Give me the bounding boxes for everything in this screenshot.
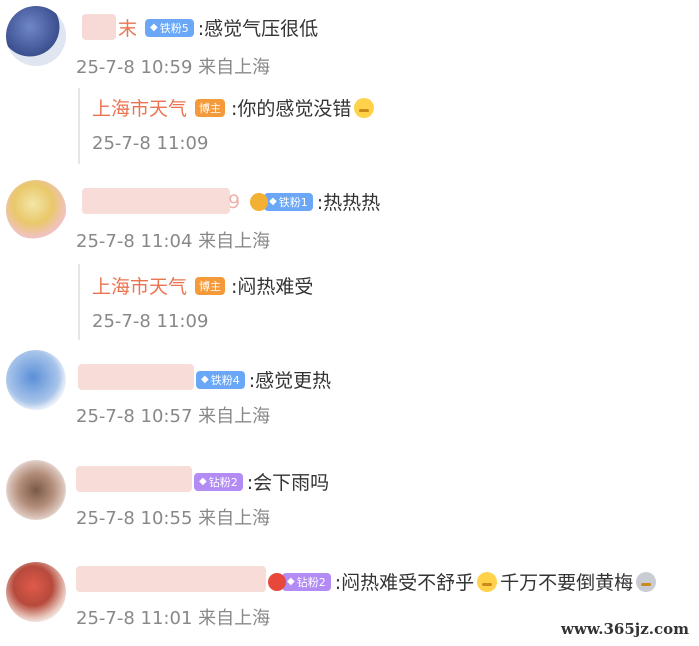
fan-badge-label: 钻粉2 <box>296 575 326 589</box>
reply-username[interactable]: 上海市天气 <box>92 272 187 299</box>
comment-line: 末 ◆ 铁粉5 :感觉气压很低 <box>118 14 318 41</box>
username-suffix[interactable]: 9 <box>228 191 240 213</box>
diamond-icon: ◆ <box>287 576 295 587</box>
fan-badge-label: 铁粉5 <box>159 21 189 35</box>
comment-meta: 25-7-8 10:55 来自上海 <box>76 508 271 529</box>
comment-meta: 25-7-8 11:01 来自上海 <box>76 608 271 629</box>
reply-username[interactable]: 上海市天气 <box>92 94 187 121</box>
fan-badge[interactable]: ◆ 钻粉2 <box>194 472 243 491</box>
comment-line: ◆ 钻粉2 :闷热难受不舒乎 千万不要倒黄梅 <box>268 568 657 595</box>
comment-text: :热热热 <box>316 192 381 214</box>
fan-badge-label: 铁粉4 <box>210 373 240 387</box>
diamond-icon: ◆ <box>150 22 158 33</box>
redacted-username <box>82 14 116 40</box>
reply-text: :你的感觉没错 <box>231 98 352 120</box>
fan-badge-label: 钻粉2 <box>208 475 238 489</box>
avatar[interactable] <box>6 180 66 240</box>
reply-time: 25-7-8 11:09 <box>92 311 209 332</box>
diamond-icon: ◆ <box>269 196 277 207</box>
reply-line: 上海市天气 博主 :闷热难受 <box>92 272 313 299</box>
fan-badge[interactable]: ◆ 铁粉4 <box>196 370 245 389</box>
avatar[interactable] <box>6 460 66 520</box>
comment-meta: 25-7-8 10:57 来自上海 <box>76 406 271 427</box>
host-badge: 博主 <box>195 98 226 117</box>
comment-text: :感觉气压很低 <box>197 18 319 40</box>
comment-text-continued: 千万不要倒黄梅 <box>500 572 634 594</box>
crest-icon <box>268 572 286 591</box>
comment-meta: 25-7-8 10:59 来自上海 <box>76 57 271 78</box>
watermark: www.365jz.com <box>561 620 689 638</box>
comment-text: :闷热难受不舒乎 <box>334 572 475 594</box>
sweating-emoji-icon <box>477 571 498 592</box>
comment-meta: 25-7-8 11:04 来自上海 <box>76 231 271 252</box>
thinking-emoji-icon <box>354 97 375 118</box>
comment-text: :感觉更热 <box>248 370 332 392</box>
crying-emoji-icon <box>636 571 657 592</box>
fan-badge[interactable]: ◆ 钻粉2 <box>282 572 331 591</box>
redacted-username <box>76 466 192 492</box>
avatar[interactable] <box>6 350 66 410</box>
redacted-username <box>76 566 266 592</box>
reply-line: 上海市天气 博主 :你的感觉没错 <box>92 94 375 121</box>
fan-badge[interactable]: ◆ 铁粉5 <box>145 18 194 37</box>
diamond-icon: ◆ <box>201 374 209 385</box>
reply-time: 25-7-8 11:09 <box>92 133 209 154</box>
host-badge: 博主 <box>195 276 226 295</box>
comment-text: :会下雨吗 <box>246 472 330 494</box>
diamond-icon: ◆ <box>199 476 207 487</box>
comment-line: ◆ 铁粉4 :感觉更热 <box>196 366 331 393</box>
comment-line: 9 ◆ 铁粉1 :热热热 <box>228 188 380 215</box>
reply-block: 上海市天气 博主 :闷热难受 25-7-8 11:09 <box>78 264 313 340</box>
crest-icon <box>250 192 269 211</box>
avatar[interactable] <box>6 6 66 66</box>
fan-badge-label: 铁粉1 <box>278 195 308 209</box>
avatar[interactable] <box>6 562 66 622</box>
reply-block: 上海市天气 博主 :你的感觉没错 25-7-8 11:09 <box>78 88 375 164</box>
redacted-username <box>78 364 194 390</box>
username-suffix[interactable]: 末 <box>118 14 137 41</box>
comment-line: ◆ 钻粉2 :会下雨吗 <box>194 468 329 495</box>
redacted-username <box>82 188 230 214</box>
fan-badge[interactable]: ◆ 铁粉1 <box>264 192 313 211</box>
reply-text: :闷热难受 <box>231 276 314 298</box>
